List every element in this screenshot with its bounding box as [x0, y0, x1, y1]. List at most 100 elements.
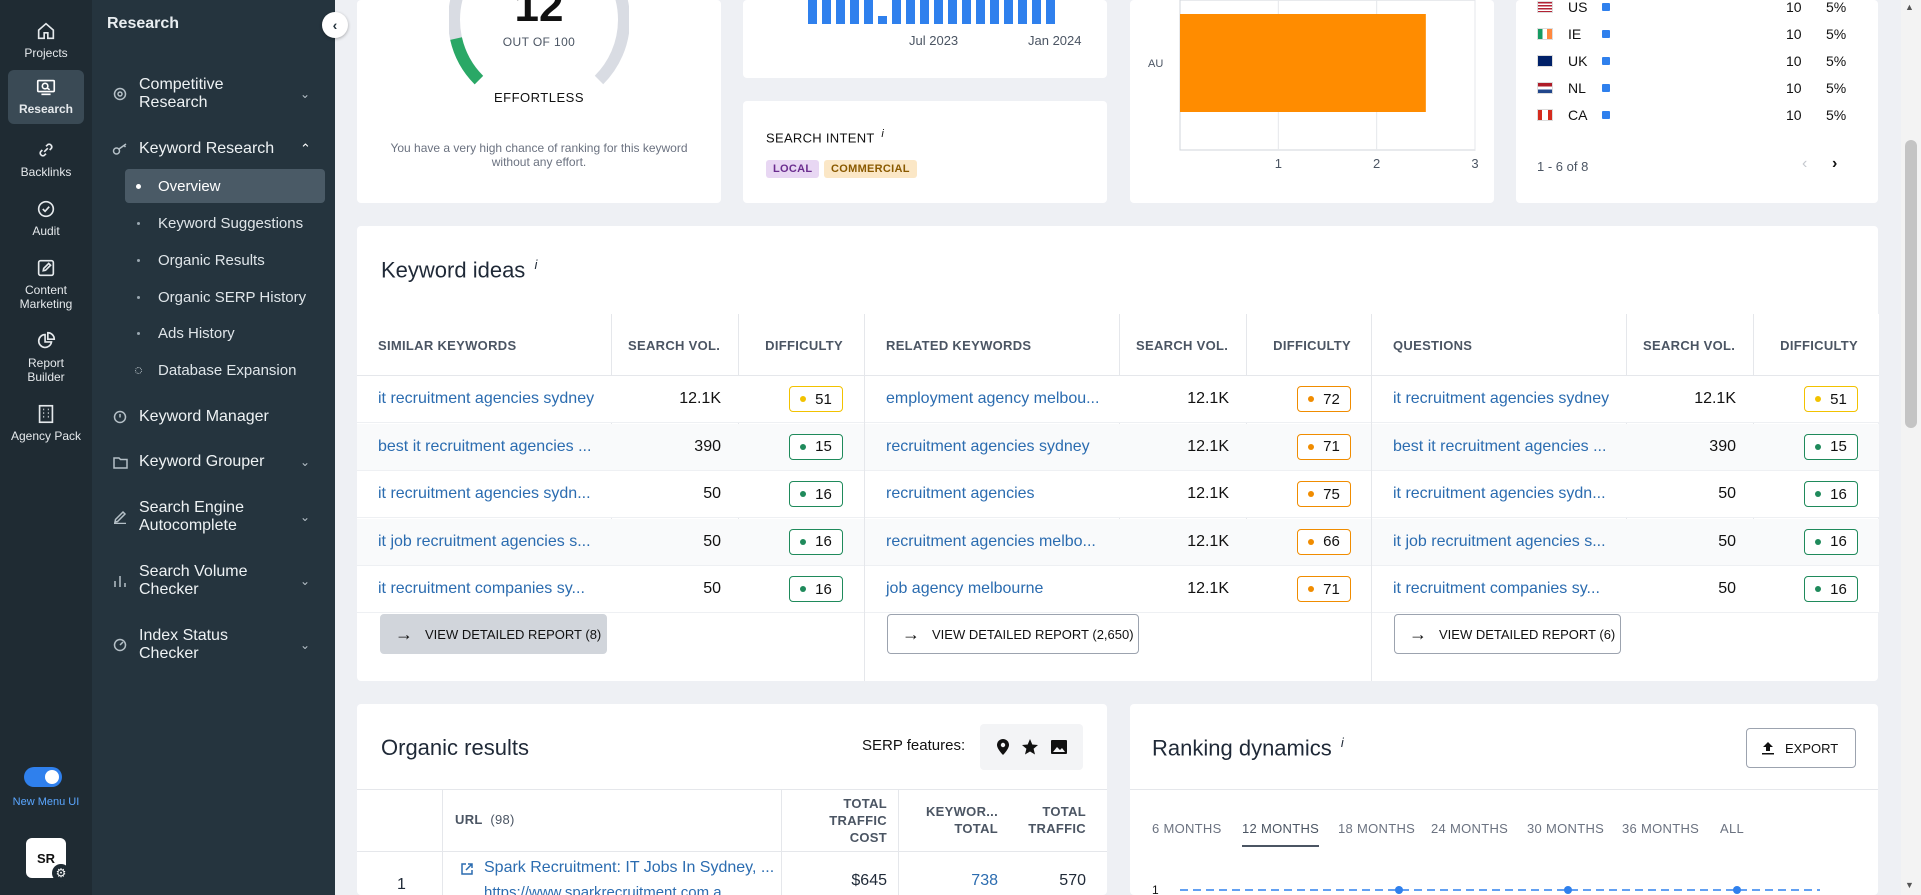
rail-item-backlinks[interactable]: Backlinks	[8, 133, 84, 185]
sidebar-item-search-engine-autocomplete[interactable]: Search Engine Autocomplete ⌄	[92, 498, 335, 536]
sidebar-item-competitive-research[interactable]: Competitive Research ⌄	[92, 75, 335, 113]
keyword-column-header[interactable]: QUESTIONS	[1393, 338, 1472, 353]
tab-36-months[interactable]: 36 MONTHS	[1622, 821, 1699, 836]
sidebar-item-keyword-research[interactable]: Keyword Research ⌃	[92, 138, 335, 160]
rail-item-projects[interactable]: Projects	[8, 14, 84, 66]
search-vol-column-header[interactable]: SEARCH VOL.	[1136, 338, 1228, 353]
intent-tag-commercial: COMMERCIAL	[824, 160, 917, 178]
rail-item-audit[interactable]: Audit	[8, 192, 84, 244]
button-label: VIEW DETAILED REPORT (8)	[425, 626, 602, 642]
result-keywords-link[interactable]: 738	[903, 872, 998, 890]
difficulty-column-header[interactable]: DIFFICULTY	[738, 338, 843, 353]
rail-item-research[interactable]: Research	[8, 70, 84, 124]
total-traffic-header[interactable]: TOTAL TRAFFIC	[1002, 803, 1086, 837]
keyword-link[interactable]: it recruitment companies sy...	[1393, 580, 1600, 598]
keyword-column-header[interactable]: RELATED KEYWORDS	[886, 338, 1031, 353]
trend-bar	[1046, 0, 1055, 24]
tab-18-months[interactable]: 18 MONTHS	[1338, 821, 1415, 836]
keyword-column-header[interactable]: SIMILAR KEYWORDS	[378, 338, 516, 353]
view-detailed-report-button[interactable]: → VIEW DETAILED REPORT (6)	[1394, 614, 1621, 654]
difficulty-column-header[interactable]: DIFFICULTY	[1753, 338, 1858, 353]
keyword-link[interactable]: job agency melbourne	[886, 580, 1043, 598]
info-icon[interactable]: i	[1341, 735, 1344, 750]
difficulty-dot	[800, 491, 807, 497]
divider	[898, 789, 899, 895]
page-scrollbar[interactable]	[1901, 0, 1921, 895]
result-url[interactable]: https://www.sparkrecruitment.com.a...	[484, 884, 734, 895]
keyword-link[interactable]: recruitment agencies	[886, 485, 1035, 503]
organic-results-title: Organic results	[381, 735, 529, 760]
view-detailed-report-button[interactable]: → VIEW DETAILED REPORT (2,650)	[887, 614, 1139, 654]
trend-axis-label: Jan 2024	[1028, 33, 1082, 48]
sidebar-item-keyword-manager[interactable]: Keyword Manager	[92, 406, 335, 428]
keywords-total-header[interactable]: KEYWOR... TOTAL	[903, 803, 998, 837]
keyword-link[interactable]: it recruitment agencies sydn...	[1393, 485, 1606, 503]
keyword-link[interactable]: it recruitment agencies sydney	[378, 390, 594, 408]
tab-all[interactable]: ALL	[1720, 821, 1744, 836]
header-line: COST	[849, 830, 887, 845]
keyword-link[interactable]: recruitment agencies sydney	[886, 438, 1090, 456]
subitem-label: Organic Results	[158, 251, 265, 269]
tab-24-months[interactable]: 24 MONTHS	[1431, 821, 1508, 836]
scroll-down-arrow-icon[interactable]: ▼	[1905, 880, 1914, 890]
next-page-button[interactable]: ›	[1832, 155, 1837, 173]
search-volume: 12.1K	[1187, 532, 1229, 550]
difficulty-badge: 51	[1804, 386, 1858, 412]
gear-icon[interactable]: ⚙	[52, 864, 70, 882]
rail-label: Research	[18, 102, 74, 116]
keyword-link[interactable]: it recruitment agencies sydney	[1393, 390, 1609, 408]
keyword-link[interactable]: best it recruitment agencies ...	[1393, 438, 1606, 456]
rail-item-agency-pack[interactable]: Agency Pack	[8, 397, 84, 449]
rail-item-report-builder[interactable]: Report Builder	[8, 324, 84, 390]
sidebar-subitem-database-expansion[interactable]: Database Expansion	[125, 353, 325, 387]
scrollbar-thumb[interactable]	[1905, 140, 1917, 428]
star-icon[interactable]	[1021, 738, 1039, 756]
search-vol-column-header[interactable]: SEARCH VOL.	[1643, 338, 1735, 353]
keyword-link[interactable]: it job recruitment agencies s...	[1393, 533, 1606, 551]
sidebar-subitem-ads-history[interactable]: Ads History	[125, 316, 325, 350]
collapse-sidebar-button[interactable]: ‹	[322, 12, 348, 38]
sidebar-subitem-organic-serp-history[interactable]: Organic SERP History	[125, 280, 325, 314]
gauge-icon	[112, 637, 128, 653]
sidebar-subitem-keyword-suggestions[interactable]: Keyword Suggestions	[125, 206, 325, 240]
map-pin-icon[interactable]	[996, 738, 1010, 756]
difficulty-column-header[interactable]: DIFFICULTY	[1246, 338, 1351, 353]
difficulty-out-of: OUT OF 100	[502, 35, 576, 49]
keyword-link[interactable]: employment agency melbou...	[886, 390, 1099, 408]
intent-tag-local: LOCAL	[766, 160, 820, 178]
keyword-link[interactable]: recruitment agencies melbo...	[886, 533, 1096, 551]
country-volume: 10	[1786, 26, 1802, 42]
keyword-link[interactable]: it recruitment agencies sydn...	[378, 485, 591, 503]
search-volume: 50	[703, 532, 721, 550]
result-title-link[interactable]: Spark Recruitment: IT Jobs In Sydney, ..…	[484, 859, 774, 877]
keyword-difficulty-card: 12 OUT OF 100 EFFORTLESS You have a very…	[357, 0, 721, 203]
tab-6-months[interactable]: 6 MONTHS	[1152, 821, 1222, 836]
total-traffic-cost-header[interactable]: TOTAL TRAFFIC COST	[787, 795, 887, 846]
external-link-icon[interactable]	[460, 862, 474, 876]
search-vol-column-header[interactable]: SEARCH VOL.	[628, 338, 720, 353]
sidebar-subitem-organic-results[interactable]: Organic Results	[125, 243, 325, 277]
keyword-link[interactable]: it recruitment companies sy...	[378, 580, 585, 598]
tab-12-months[interactable]: 12 MONTHS	[1242, 821, 1320, 847]
sidebar-item-search-volume-checker[interactable]: Search Volume Checker ⌄	[92, 562, 335, 600]
url-column-header[interactable]: URL (98)	[455, 812, 515, 827]
tab-30-months[interactable]: 30 MONTHS	[1527, 821, 1604, 836]
image-icon[interactable]	[1050, 739, 1068, 755]
prev-page-button[interactable]: ‹	[1802, 155, 1807, 173]
new-menu-toggle[interactable]	[24, 767, 62, 787]
keyword-link[interactable]: it job recruitment agencies s...	[378, 533, 591, 551]
search-volume: 50	[703, 580, 721, 597]
export-button[interactable]: EXPORT	[1746, 728, 1856, 768]
sidebar-subitem-overview[interactable]: Overview	[125, 169, 325, 203]
keyword-link[interactable]: best it recruitment agencies ...	[378, 438, 591, 456]
sidebar-item-index-status-checker[interactable]: Index Status Checker ⌄	[92, 626, 335, 664]
sidebar-title: Research	[107, 15, 180, 32]
view-detailed-report-button[interactable]: → VIEW DETAILED REPORT (8)	[380, 614, 607, 654]
sidebar-item-keyword-grouper[interactable]: Keyword Grouper ⌄	[92, 451, 335, 473]
scroll-up-arrow-icon[interactable]: ▲	[1905, 2, 1914, 12]
info-icon[interactable]: i	[881, 128, 884, 140]
info-icon[interactable]: i	[534, 257, 537, 272]
difficulty-dot	[800, 396, 807, 402]
rail-item-content-marketing[interactable]: Content Marketing	[8, 251, 84, 317]
search-volume: 12.1K	[1694, 390, 1736, 407]
